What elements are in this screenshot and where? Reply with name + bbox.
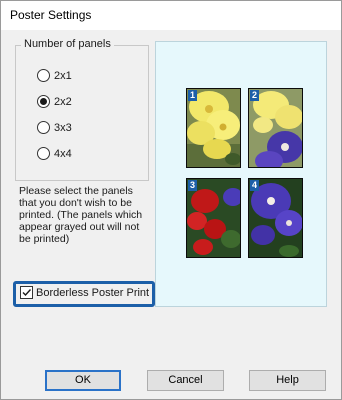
radio-label: 4x4 bbox=[54, 147, 72, 160]
checkmark-icon bbox=[22, 289, 32, 297]
ok-button[interactable]: OK bbox=[45, 370, 121, 391]
radio-button[interactable] bbox=[37, 147, 50, 160]
number-of-panels-legend: Number of panels bbox=[21, 38, 114, 50]
borderless-label: Borderless Poster Print bbox=[36, 286, 150, 299]
radio-option-4x4[interactable]: 4x4 bbox=[37, 147, 72, 160]
poster-panel-4[interactable]: 4 bbox=[248, 178, 303, 258]
radio-option-3x3[interactable]: 3x3 bbox=[37, 121, 72, 134]
radio-label: 3x3 bbox=[54, 121, 72, 134]
title-bar: Poster Settings bbox=[1, 1, 341, 30]
cancel-button[interactable]: Cancel bbox=[147, 370, 224, 391]
radio-button[interactable] bbox=[37, 95, 50, 108]
instructions-line: Please select the panels bbox=[19, 185, 133, 197]
panel-number: 1 bbox=[188, 90, 197, 101]
radio-option-2x1[interactable]: 2x1 bbox=[37, 69, 72, 82]
instructions-line: that you don't wish to be bbox=[19, 197, 132, 209]
checkbox-box[interactable] bbox=[20, 286, 33, 299]
radio-button[interactable] bbox=[37, 121, 50, 134]
help-button[interactable]: Help bbox=[249, 370, 326, 391]
number-of-panels-group bbox=[15, 45, 149, 181]
radio-label: 2x1 bbox=[54, 69, 72, 82]
poster-panel-1[interactable]: 1 bbox=[186, 88, 241, 168]
poster-panel-2[interactable]: 2 bbox=[248, 88, 303, 168]
panel-number: 4 bbox=[250, 180, 259, 191]
dialog-title: Poster Settings bbox=[10, 8, 92, 22]
poster-settings-dialog: Poster Settings Number of panels 2x1 2x2… bbox=[0, 0, 342, 400]
poster-panel-3[interactable]: 3 bbox=[186, 178, 241, 258]
instructions-text: Please select the panels that you don't … bbox=[19, 185, 149, 245]
radio-button[interactable] bbox=[37, 69, 50, 82]
borderless-poster-print-checkbox[interactable]: Borderless Poster Print bbox=[20, 286, 149, 299]
instructions-line: appear grayed out will not bbox=[19, 221, 140, 233]
radio-option-2x2[interactable]: 2x2 bbox=[37, 95, 72, 108]
poster-panels-grid: 1 2 3 4 bbox=[186, 88, 304, 258]
instructions-line: be printed) bbox=[19, 233, 70, 245]
panel-number: 3 bbox=[188, 180, 197, 191]
radio-label: 2x2 bbox=[54, 95, 72, 108]
instructions-line: printed. (The panels which bbox=[19, 209, 143, 221]
panel-number: 2 bbox=[250, 90, 259, 101]
